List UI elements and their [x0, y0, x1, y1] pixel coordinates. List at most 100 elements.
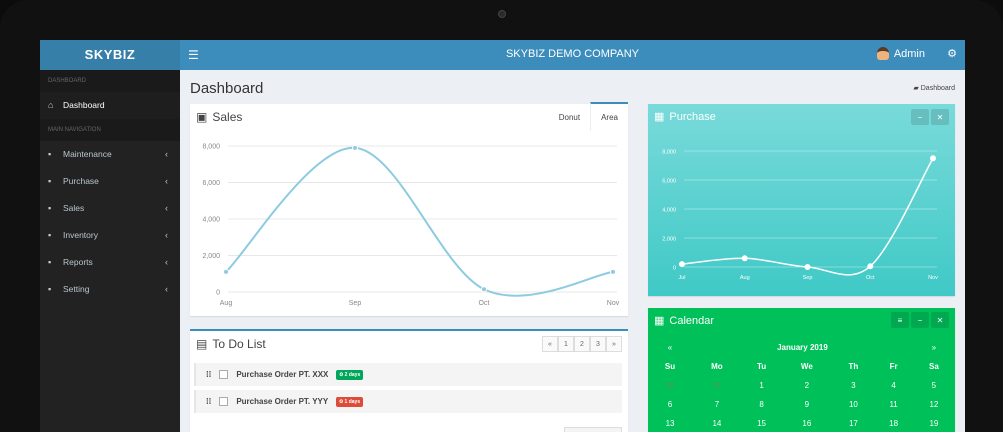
calendar-day[interactable]: 11: [874, 395, 912, 414]
calendar-day[interactable]: 4: [874, 376, 912, 395]
camera-icon: [498, 10, 506, 18]
calendar-day[interactable]: 17: [832, 414, 874, 432]
screen: SKYBIZ ☰ SKYBIZ DEMO COMPANY Admin ⚙ DAS…: [40, 40, 965, 432]
weekday-header: Th: [848, 362, 859, 371]
close-button[interactable]: ✕: [931, 312, 949, 328]
list-icon: ▪: [48, 203, 52, 213]
x-tick-label: Sep: [349, 300, 362, 307]
x-tick-label: Oct: [866, 275, 875, 281]
briefcase-icon: ▪: [48, 230, 52, 240]
calendar-title: ▦ Calendar: [654, 314, 715, 328]
sidebar-item-sales[interactable]: ▪ Sales ‹: [40, 195, 180, 222]
gears-icon: ▪: [48, 284, 52, 294]
calendar-day[interactable]: 8: [742, 395, 782, 414]
calendar-day[interactable]: 5: [913, 376, 955, 395]
calendar-month[interactable]: January 2019: [692, 338, 913, 357]
todo-pagination: «1 2 3»: [542, 336, 622, 352]
sidebar-item-label: Setting: [63, 284, 90, 294]
weekday-header: Mo: [711, 362, 723, 371]
breadcrumb[interactable]: ▰ Dashboard: [913, 84, 955, 92]
calendar-day[interactable]: 10: [832, 395, 874, 414]
sidebar-item-inventory[interactable]: ▪ Inventory ‹: [40, 222, 180, 249]
drag-handle-icon[interactable]: ⁞⁞: [206, 397, 211, 406]
next-month-button[interactable]: »: [913, 338, 955, 357]
calendar-day[interactable]: 18: [874, 414, 912, 432]
chevron-left-icon: ‹: [165, 203, 168, 213]
data-point: [610, 268, 616, 275]
y-tick-label: 8,000: [662, 150, 676, 156]
data-point: [867, 263, 874, 270]
calendar-title-text: Calendar: [669, 314, 715, 327]
time-badge: ⏲ 1 days: [336, 396, 364, 407]
sidebar-item-reports[interactable]: ▪ Reports ‹: [40, 249, 180, 276]
x-tick-label: Aug: [220, 300, 233, 307]
calendar-day[interactable]: 1: [742, 376, 782, 395]
todo-box: ▤ To Do List «1 2 3» ⁞⁞ Purchase Order PT. X…: [190, 329, 628, 432]
menu-button[interactable]: ≡: [891, 312, 909, 328]
sidebar-item-label: Inventory: [63, 230, 98, 240]
todo-checkbox[interactable]: [219, 370, 229, 379]
calendar-day[interactable]: 3: [832, 376, 874, 395]
calendar-day[interactable]: 14: [692, 414, 742, 432]
data-point: [352, 144, 358, 151]
page-button[interactable]: 3: [590, 336, 606, 352]
sidebar-section-dashboard: DASHBOARD: [40, 70, 180, 92]
sidebar-item-setting[interactable]: ▪ Setting ‹: [40, 276, 180, 303]
page-button[interactable]: «: [542, 336, 558, 352]
calendar-day[interactable]: 2: [781, 376, 832, 395]
calendar-day[interactable]: 9: [781, 395, 832, 414]
todo-checkbox[interactable]: [219, 397, 229, 406]
sidebar-item-label: Maintenance: [63, 149, 112, 159]
weekday-header: Tu: [756, 362, 767, 371]
calendar-tools: ≡ − ✕: [891, 312, 949, 328]
prev-month-button[interactable]: «: [648, 338, 692, 357]
calendar-day[interactable]: 6: [648, 395, 692, 414]
page-button[interactable]: 1: [558, 336, 574, 352]
calendar-day[interactable]: 19: [913, 414, 955, 432]
page-button[interactable]: »: [606, 336, 622, 352]
home-icon: ⌂: [48, 100, 54, 110]
gears-icon[interactable]: ⚙: [947, 47, 957, 60]
calendar-day[interactable]: 31: [692, 376, 742, 395]
sidebar-item-label: Purchase: [63, 176, 99, 186]
file-icon: ▪: [48, 257, 52, 267]
data-point: [930, 155, 936, 162]
purchase-box: ▦ Purchase − ✕ 0 2,000 4,000 6,000 8,000 Jul Aug…: [648, 104, 955, 296]
x-tick-label: Oct: [479, 300, 490, 307]
weekday-header: Su: [664, 362, 676, 371]
chevron-left-icon: ‹: [165, 230, 168, 240]
calendar-day[interactable]: 13: [648, 414, 692, 432]
top-navbar: ☰ SKYBIZ DEMO COMPANY Admin ⚙: [180, 40, 965, 70]
weekday-header: We: [800, 362, 813, 371]
y-tick-label: 6,000: [662, 179, 676, 185]
series-line: [225, 146, 614, 297]
sidebar-item-purchase[interactable]: ▪ Purchase ‹: [40, 168, 180, 195]
drag-handle-icon[interactable]: ⁞⁞: [206, 370, 211, 379]
minimize-button[interactable]: −: [911, 312, 929, 328]
data-point: [481, 286, 487, 293]
badge-text: 1 days: [344, 398, 361, 405]
y-tick-label: 0: [673, 266, 676, 272]
y-tick-label: 2,000: [662, 237, 676, 243]
calendar-day[interactable]: 7: [692, 395, 742, 414]
y-tick-label: 8,000: [202, 144, 220, 151]
add-item-button[interactable]: [564, 427, 622, 432]
brand-logo[interactable]: SKYBIZ: [40, 40, 180, 70]
sidebar-item-maintenance[interactable]: ▪ Maintenance ‹: [40, 141, 180, 168]
user-menu[interactable]: Admin: [876, 47, 925, 60]
sidebar-item-dashboard[interactable]: ⌂ Dashboard: [40, 92, 180, 119]
page-button[interactable]: 2: [574, 336, 590, 352]
page-title: Dashboard: [190, 80, 264, 97]
todo-text: Purchase Order PT. XXX: [236, 370, 329, 379]
calendar-day[interactable]: 16: [781, 414, 832, 432]
calendar-day[interactable]: 12: [913, 395, 955, 414]
weekday-header: Sa: [928, 362, 939, 371]
sales-box: ▣ Sales Donut Area 0 2,000 4,000 6,000 8,000 A…: [190, 102, 628, 316]
chevron-left-icon: ‹: [165, 176, 168, 186]
y-tick-label: 4,000: [662, 208, 676, 214]
data-point: [223, 268, 229, 275]
data-point: [804, 264, 811, 270]
calendar-day[interactable]: 15: [742, 414, 782, 432]
todo-item: ⁞⁞ Purchase Order PT. XXX ⏲ 2 days: [194, 363, 622, 386]
calendar-day[interactable]: 30: [648, 376, 692, 395]
